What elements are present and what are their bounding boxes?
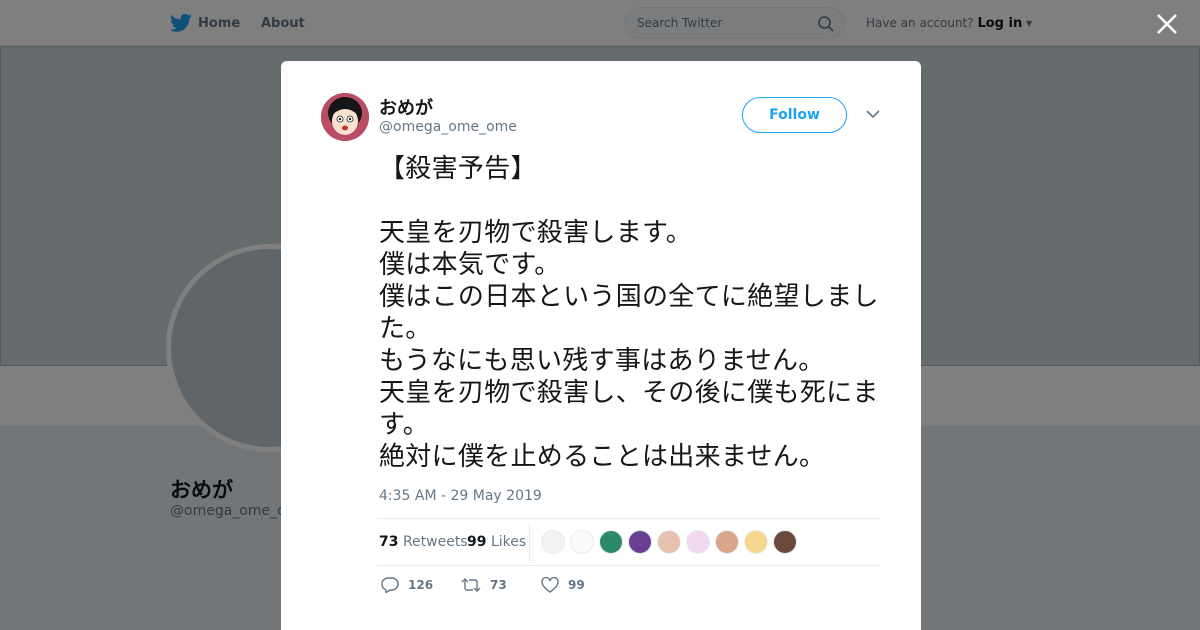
chevron-down-icon[interactable] xyxy=(866,109,880,119)
reply-count: 126 xyxy=(408,578,434,592)
reply-icon xyxy=(381,577,399,593)
tweet-text: 【殺害予告】 天皇を刃物で殺害します。 僕は本気です。 僕はこの日本という国の全… xyxy=(379,154,879,472)
follow-button[interactable]: Follow xyxy=(742,97,847,133)
author-name[interactable]: おめが xyxy=(379,94,433,120)
retweet-button[interactable]: 73 xyxy=(461,577,541,593)
stats-divider xyxy=(529,523,530,561)
author-avatar[interactable] xyxy=(321,93,369,141)
author-handle[interactable]: @omega_ome_ome xyxy=(379,119,517,135)
retweets-label: Retweets xyxy=(402,534,468,550)
close-icon[interactable] xyxy=(1154,11,1180,37)
likes-stat[interactable]: 99 Likes xyxy=(467,534,526,550)
liker-avatar[interactable] xyxy=(744,530,768,554)
liker-avatar[interactable] xyxy=(628,530,652,554)
liker-avatar[interactable] xyxy=(570,530,594,554)
liker-avatar[interactable] xyxy=(715,530,739,554)
retweet-count: 73 xyxy=(490,578,507,592)
tweet-modal: おめが @omega_ome_ome Follow 【殺害予告】 天皇を刃物で殺… xyxy=(281,61,921,630)
retweets-stat[interactable]: 73 Retweets xyxy=(379,534,468,550)
like-count: 99 xyxy=(568,578,585,592)
likes-count: 99 xyxy=(467,534,487,550)
liker-avatar[interactable] xyxy=(686,530,710,554)
liker-avatars xyxy=(541,530,797,554)
liker-avatar[interactable] xyxy=(599,530,623,554)
tweet-actions: 126 73 99 xyxy=(381,577,601,593)
like-button[interactable]: 99 xyxy=(541,577,601,593)
heart-icon xyxy=(541,577,559,593)
avatar-illustration xyxy=(321,93,369,141)
liker-avatar[interactable] xyxy=(773,530,797,554)
likes-label: Likes xyxy=(490,534,527,550)
reply-button[interactable]: 126 xyxy=(381,577,461,593)
retweet-icon xyxy=(461,578,481,592)
tweet-timestamp[interactable]: 4:35 AM - 29 May 2019 xyxy=(379,488,542,504)
liker-avatar[interactable] xyxy=(657,530,681,554)
retweets-count: 73 xyxy=(379,534,399,550)
liker-avatar[interactable] xyxy=(541,530,565,554)
tweet-stats: 73 Retweets 99 Likes xyxy=(377,518,881,566)
